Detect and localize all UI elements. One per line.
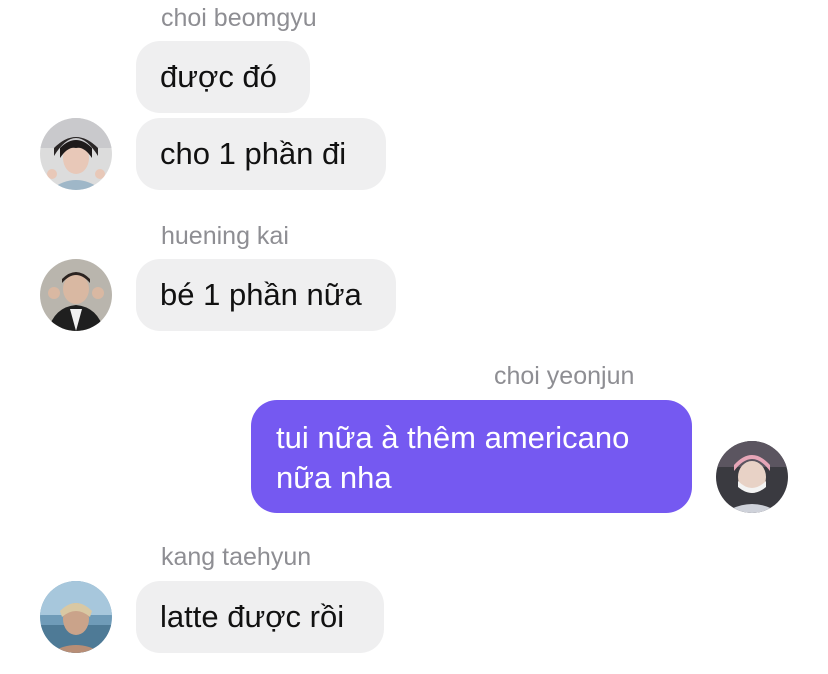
- avatar-yeonjun[interactable]: [716, 441, 788, 513]
- message-bubble-outgoing[interactable]: tui nữa à thêm americano nữa nha: [251, 400, 692, 513]
- message-bubble[interactable]: cho 1 phần đi: [136, 118, 386, 190]
- avatar-huening-kai[interactable]: [40, 259, 112, 331]
- sender-name: kang taehyun: [161, 543, 312, 571]
- message-bubble[interactable]: latte được rồi: [136, 581, 384, 653]
- message-bubble[interactable]: bé 1 phần nữa: [136, 259, 396, 331]
- sender-name: choi yeonjun: [494, 362, 635, 390]
- sender-name: huening kai: [161, 222, 289, 250]
- avatar-taehyun[interactable]: [40, 581, 112, 653]
- avatar-beomgyu[interactable]: [40, 118, 112, 190]
- message-bubble[interactable]: được đó: [136, 41, 310, 113]
- sender-name: choi beomgyu: [161, 4, 317, 32]
